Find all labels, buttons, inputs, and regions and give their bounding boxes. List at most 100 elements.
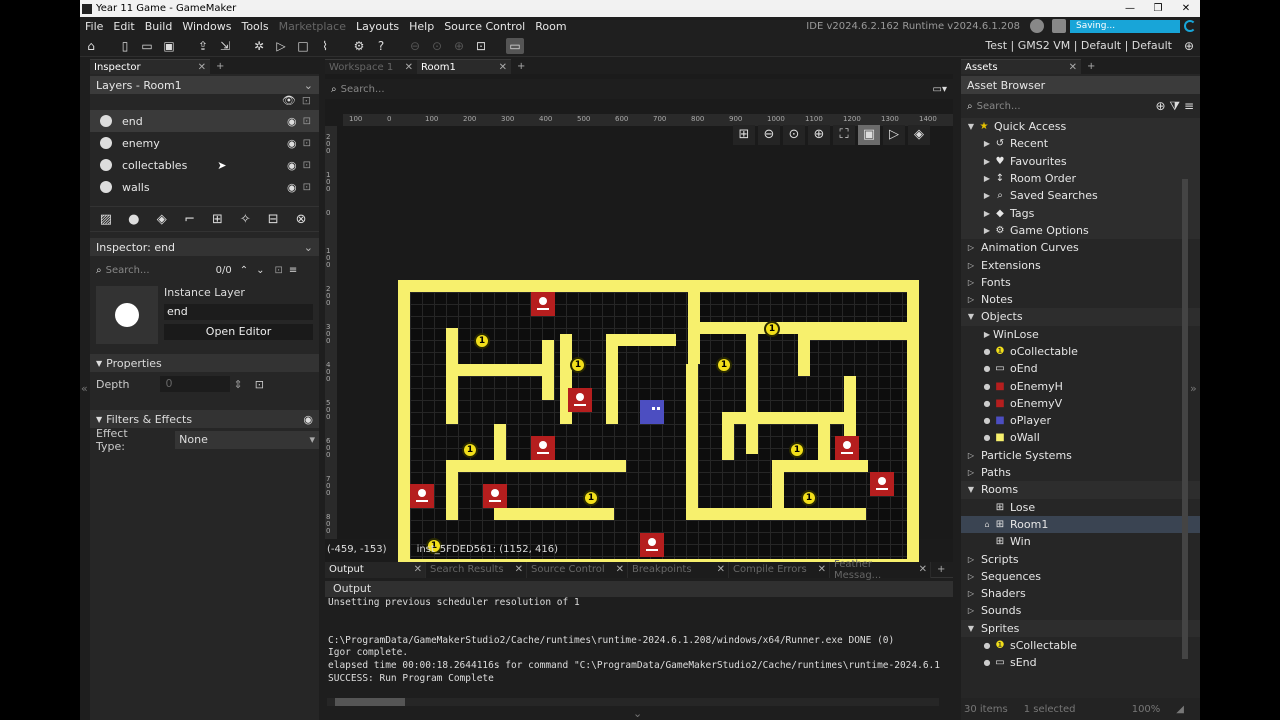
- menu-windows[interactable]: Windows: [177, 20, 236, 33]
- asset-tree-item[interactable]: ⌂ ⊞ Room1: [961, 515, 1200, 534]
- frame-view-icon[interactable]: ▣: [858, 125, 880, 145]
- zoom-out-icon[interactable]: ⊖: [758, 125, 780, 145]
- asset-tree-item[interactable]: ▶ ◆ Tags: [961, 204, 1200, 222]
- room-search[interactable]: ⌕ Search... ▭▾: [325, 79, 953, 99]
- tab-feather-messages[interactable]: Feather Messag... ✕: [830, 559, 931, 581]
- clean-icon[interactable]: ⌇: [316, 38, 334, 54]
- lock-icon[interactable]: ⊡: [303, 138, 311, 149]
- asset-tree-item[interactable]: ▷ Sounds: [961, 602, 1200, 619]
- menu-help[interactable]: Help: [404, 20, 439, 33]
- wall-block[interactable]: [494, 508, 614, 520]
- close-icon[interactable]: ✕: [414, 564, 425, 575]
- target-config[interactable]: Test | GMS2 VM | Default | Default: [985, 39, 1172, 52]
- layer-item-collectables[interactable]: collectables ➤ ◉ ⊡: [90, 154, 319, 176]
- expand-arrow-icon[interactable]: ▷: [965, 555, 977, 564]
- expand-arrow-icon[interactable]: ⌂: [981, 520, 993, 529]
- asset-tree-item[interactable]: ⊞ Win: [961, 533, 1200, 551]
- export-icon[interactable]: ⇲: [216, 38, 234, 54]
- room-canvas[interactable]: 111111111: [337, 126, 953, 571]
- wall-block[interactable]: [798, 328, 908, 340]
- chevron-down-icon[interactable]: ⌄: [304, 241, 313, 254]
- enemy-instance[interactable]: [531, 292, 555, 316]
- open-editor-button[interactable]: Open Editor: [164, 324, 313, 340]
- properties-section[interactable]: ▼ Properties: [90, 354, 319, 372]
- expand-arrow-icon[interactable]: ▷: [965, 589, 977, 598]
- lock-icon[interactable]: ⊡: [303, 116, 311, 127]
- menu-tools[interactable]: Tools: [236, 20, 273, 33]
- resize-handle-icon[interactable]: ◢: [1176, 704, 1184, 715]
- layers-header[interactable]: Layers - Room1 ⌄: [90, 76, 319, 94]
- bullet-icon[interactable]: ●: [981, 641, 993, 650]
- expand-arrow-icon[interactable]: ▶: [981, 139, 993, 148]
- wall-block[interactable]: [722, 412, 856, 424]
- close-icon[interactable]: ✕: [919, 564, 930, 575]
- maximize-button[interactable]: ❐: [1144, 3, 1172, 14]
- expand-arrow-icon[interactable]: ▼: [965, 485, 977, 494]
- wall-block[interactable]: [446, 328, 458, 424]
- collapse-bottom-icon[interactable]: ⌄: [633, 707, 642, 720]
- tab-source-control[interactable]: Source Control ✕: [527, 561, 628, 578]
- asset-tree-item[interactable]: ▼ Sprites: [961, 619, 1200, 637]
- asset-tree-item[interactable]: ▷ Shaders: [961, 585, 1200, 602]
- eye-icon[interactable]: ◉: [287, 181, 297, 194]
- asset-tree-item[interactable]: ▷ Particle Systems: [961, 447, 1200, 464]
- zoom-out-icon[interactable]: ⊖: [406, 38, 424, 54]
- grid-icon[interactable]: ⊞: [733, 125, 755, 145]
- close-icon[interactable]: ✕: [1065, 62, 1077, 73]
- settings-icon[interactable]: ⚙: [350, 38, 368, 54]
- tab-assets[interactable]: Assets ✕: [961, 59, 1081, 74]
- minimize-button[interactable]: —: [1116, 3, 1144, 14]
- lock-icon[interactable]: ⊡: [303, 182, 311, 193]
- wall-block[interactable]: [398, 280, 410, 571]
- menu-marketplace[interactable]: Marketplace: [274, 20, 351, 33]
- lock-icon[interactable]: ⊡: [255, 378, 264, 391]
- enemy-instance[interactable]: [410, 484, 434, 508]
- asset-tree-item[interactable]: ● ■ oEnemyH: [961, 377, 1200, 395]
- new-project-icon[interactable]: ▯: [116, 38, 134, 54]
- help-icon[interactable]: ?: [372, 38, 390, 54]
- expand-arrow-icon[interactable]: ▶: [981, 209, 993, 218]
- tab-compile-errors[interactable]: Compile Errors ✕: [729, 561, 830, 578]
- wall-block[interactable]: [688, 292, 700, 364]
- search-input[interactable]: Search...: [106, 265, 216, 276]
- bullet-icon[interactable]: ●: [981, 399, 993, 408]
- expand-arrow-icon[interactable]: ▶: [981, 191, 993, 200]
- chevron-down-icon[interactable]: ⌄: [304, 79, 313, 92]
- close-icon[interactable]: ✕: [194, 62, 206, 73]
- effect-layer-icon[interactable]: ✧: [235, 212, 255, 227]
- lock-icon[interactable]: ⊡: [274, 265, 282, 276]
- view-toggle-icon[interactable]: ▭▾: [933, 84, 947, 95]
- layer-name-field[interactable]: end: [164, 304, 313, 320]
- zoom-reset-icon[interactable]: ⊙: [783, 125, 805, 145]
- close-icon[interactable]: ✕: [616, 564, 627, 575]
- vertical-scrollbar[interactable]: [1182, 179, 1188, 659]
- wall-block[interactable]: [398, 280, 919, 292]
- depth-stepper-icon[interactable]: ⇕: [234, 378, 243, 391]
- zoom-in-icon[interactable]: ⊕: [450, 38, 468, 54]
- bullet-icon[interactable]: ●: [981, 658, 993, 667]
- path-layer-icon[interactable]: ⌐: [180, 212, 200, 227]
- asset-tree-item[interactable]: ▶ WinLose: [961, 325, 1200, 343]
- asset-tree-item[interactable]: ▷ Animation Curves: [961, 239, 1200, 256]
- wall-block[interactable]: [494, 424, 506, 460]
- expand-arrow-icon[interactable]: ▷: [965, 278, 977, 287]
- asset-tree-item[interactable]: ▷ Sequences: [961, 568, 1200, 585]
- collectable-coin[interactable]: 1: [789, 442, 805, 458]
- add-tab-icon[interactable]: +: [1081, 61, 1101, 72]
- wall-block[interactable]: [446, 364, 554, 376]
- expand-arrow-icon[interactable]: ▼: [965, 624, 977, 633]
- menu-source-control[interactable]: Source Control: [439, 20, 530, 33]
- tab-search-results[interactable]: Search Results ✕: [426, 561, 527, 578]
- run-icon[interactable]: ▷: [272, 38, 290, 54]
- close-icon[interactable]: ✕: [515, 564, 526, 575]
- menu-build[interactable]: Build: [140, 20, 178, 33]
- account-icon[interactable]: [1030, 19, 1044, 33]
- lock-icon[interactable]: ⊡: [302, 94, 311, 110]
- menu-icon[interactable]: ≡: [289, 265, 297, 276]
- close-icon[interactable]: ✕: [401, 62, 413, 73]
- horizontal-scrollbar[interactable]: [327, 698, 939, 706]
- tab-breakpoints[interactable]: Breakpoints ✕: [628, 561, 729, 578]
- menu-file[interactable]: File: [80, 20, 108, 33]
- enemy-instance[interactable]: [483, 484, 507, 508]
- asset-layer-icon[interactable]: ⊞: [208, 212, 228, 227]
